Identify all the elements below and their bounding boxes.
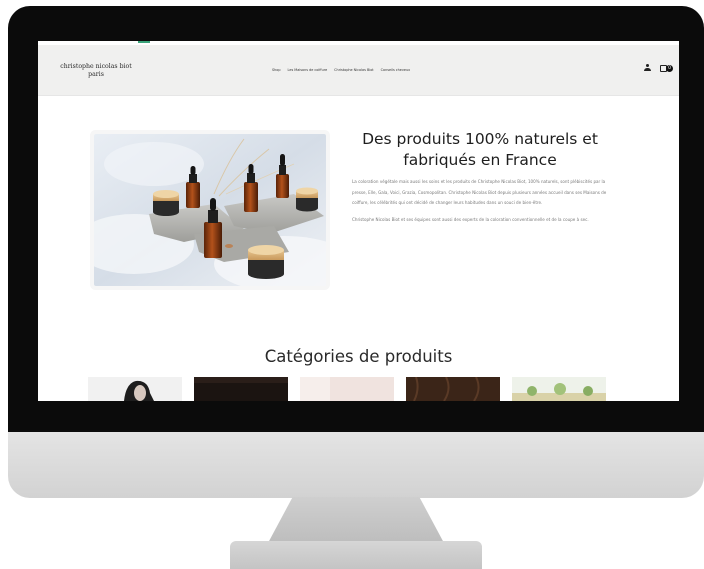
hero-image (94, 134, 326, 286)
pink-thumbnail (300, 377, 394, 401)
nav-item-conseils[interactable]: Conseils cheveux (381, 68, 411, 72)
hair-thumbnail (406, 377, 500, 401)
dark-hair-thumbnail (194, 377, 288, 401)
product-photo (94, 134, 326, 286)
nav-item-christophe[interactable]: Christophe Nicolas Biot (334, 68, 373, 72)
main-nav: Shop Les Maisons de coiffure Christophe … (272, 68, 410, 72)
monitor-stand (268, 497, 444, 543)
plants-thumbnail (512, 377, 606, 401)
nav-item-shop[interactable]: Shop (272, 68, 281, 72)
category-tile-portrait[interactable] (88, 377, 182, 401)
monitor-stand-base (230, 541, 482, 569)
monitor-chin (8, 432, 704, 498)
hero-paragraph-1: La coloration végétale mais aussi les so… (352, 179, 607, 205)
logo-line-2: paris (88, 70, 104, 78)
shopping-bag-icon[interactable]: 0 (660, 64, 673, 72)
hero-paragraph-2: Christophe Nicolas Biot et ses équipes s… (352, 216, 589, 222)
user-icon[interactable] (644, 64, 651, 72)
hero-title: Des produits 100% naturels et fabriqués … (362, 130, 598, 169)
category-tile-hair[interactable] (406, 377, 500, 401)
header-icons: 0 (644, 64, 673, 72)
hero-text-block: Des produits 100% naturels et fabriqués … (348, 129, 612, 231)
categories-title: Catégories de produits (264, 347, 453, 366)
category-tiles (88, 377, 606, 401)
browser-accent-bar (138, 41, 150, 43)
site-logo[interactable]: christophe nicolas biot paris (50, 63, 142, 78)
cart-count-badge: 0 (666, 64, 673, 72)
nav-item-maisons[interactable]: Les Maisons de coiffure (288, 68, 328, 72)
logo-line-1: christophe nicolas biot (60, 63, 132, 70)
category-tile-green[interactable] (512, 377, 606, 401)
category-tile-dark[interactable] (194, 377, 288, 401)
category-tile-pink[interactable] (300, 377, 394, 401)
portrait-thumbnail (88, 377, 182, 401)
site-header: christophe nicolas biot paris Shop Les M… (38, 45, 679, 96)
monitor-screen: christophe nicolas biot paris Shop Les M… (38, 41, 679, 401)
